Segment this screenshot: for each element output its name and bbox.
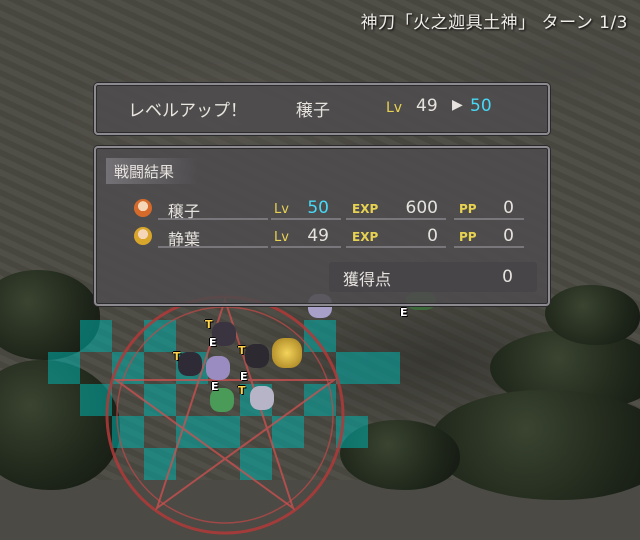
target-marker: T xyxy=(205,318,213,331)
enemy-marker: E xyxy=(209,336,217,349)
points-label: 獲得点 xyxy=(343,270,392,289)
points-value: 0 xyxy=(502,267,513,287)
result-lv-label: Lv xyxy=(274,230,289,245)
divider xyxy=(454,246,524,248)
divider xyxy=(158,218,268,220)
target-marker: T xyxy=(238,384,246,397)
result-row: 穣子 Lv 50 EXP 600 PP 0 xyxy=(96,196,536,222)
level-up-character: 穣子 xyxy=(296,101,330,121)
level-after: 50 xyxy=(470,96,492,116)
divider xyxy=(158,246,268,248)
result-exp-label: EXP xyxy=(352,202,379,216)
tree-cluster xyxy=(545,285,640,345)
result-pp: 0 xyxy=(503,226,514,246)
enemy-marker: E xyxy=(211,380,219,393)
divider xyxy=(271,246,341,248)
player-unit[interactable] xyxy=(206,356,230,380)
result-pp-label: PP xyxy=(459,230,477,244)
result-lv: 49 xyxy=(307,226,329,246)
range-tile[interactable] xyxy=(48,352,80,384)
divider xyxy=(454,218,524,220)
target-marker: T xyxy=(238,344,246,357)
result-pp-label: PP xyxy=(459,202,477,216)
battle-results-panel: 戦闘結果 穣子 Lv 50 EXP 600 PP 0 静葉 Lv 49 EXP … xyxy=(94,146,550,306)
result-exp-label: EXP xyxy=(352,230,379,244)
points-box: 獲得点 0 xyxy=(329,262,537,292)
player-unit[interactable] xyxy=(245,344,269,368)
turn-indicator: 神刀「火之迦具土神」 ターン 1/3 xyxy=(360,13,628,33)
results-header: 戦闘結果 xyxy=(106,158,198,184)
level-up-title: レベルアップ！ xyxy=(128,101,247,121)
result-pp: 0 xyxy=(503,198,514,218)
result-exp: 0 xyxy=(427,226,438,246)
result-exp: 600 xyxy=(405,198,438,218)
enemy-marker: E xyxy=(240,370,248,383)
result-lv-label: Lv xyxy=(274,202,289,217)
player-unit[interactable] xyxy=(178,352,202,376)
level-label: Lv xyxy=(386,100,403,116)
target-marker: T xyxy=(173,350,181,363)
level-up-panel: レベルアップ！ 穣子 Lv 49 ▶ 50 xyxy=(94,83,550,135)
level-before: 49 xyxy=(416,96,438,116)
arrow-right-icon: ▶ xyxy=(452,97,463,113)
tree-cluster xyxy=(430,390,640,500)
enemy-marker: E xyxy=(400,306,408,319)
divider xyxy=(271,218,341,220)
range-tile[interactable] xyxy=(368,352,400,384)
result-lv: 50 xyxy=(307,198,329,218)
result-row: 静葉 Lv 49 EXP 0 PP 0 xyxy=(96,224,536,250)
boss-unit[interactable] xyxy=(272,338,302,368)
divider xyxy=(346,246,446,248)
player-unit[interactable] xyxy=(250,386,274,410)
shizuha-avatar-icon xyxy=(134,227,152,245)
results-title: 戦闘結果 xyxy=(114,163,175,181)
divider xyxy=(346,218,446,220)
minoriko-avatar-icon xyxy=(134,199,152,217)
